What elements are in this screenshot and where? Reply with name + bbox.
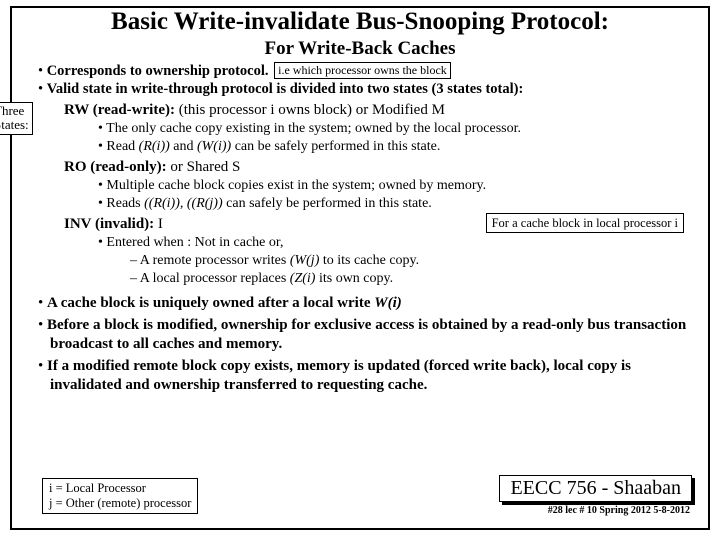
ij-l2: j = Other (remote) processor: [49, 496, 191, 511]
state-inv-sub1: Entered when : Not in cache or,: [98, 234, 698, 252]
state-rw: RW (read-write): (this processor i owns …: [64, 101, 698, 156]
slide-subtitle: For Write-Back Caches: [12, 38, 708, 60]
inv-note-box: For a cache block in local processor i: [486, 213, 684, 233]
state-ro-sub2: Reads ((R(i)), ((R(j)) can safely be per…: [98, 195, 698, 213]
ij-l1: i = Local Processor: [49, 481, 191, 496]
footer-course: EECC 756 - Shaaban: [499, 475, 692, 502]
state-ro: RO (read-only): or Shared S Multiple cac…: [64, 158, 698, 213]
slide-content: Three States: Corresponds to ownership p…: [12, 60, 708, 396]
bullet-valid: Valid state in write-through protocol is…: [38, 80, 698, 99]
state-ro-sub1: Multiple cache block copies exist in the…: [98, 177, 698, 195]
state-inv-dash1: A remote processor writes (W(j) to its c…: [130, 252, 698, 270]
state-inv: INV (invalid): I For a cache block in lo…: [64, 215, 698, 288]
state-rw-sub1: The only cache copy existing in the syst…: [98, 120, 698, 138]
footer-course-box: EECC 756 - Shaaban: [499, 475, 692, 502]
bullet-correspond: Corresponds to ownership protocol. i.e w…: [38, 62, 698, 81]
lower-bullets: A cache block is uniquely owned after a …: [38, 294, 698, 396]
three-states-l1: Three: [0, 104, 29, 119]
note-owner-box: i.e which processor owns the block: [274, 62, 451, 79]
state-ro-head: RO (read-only): or Shared S: [64, 158, 698, 177]
bullet-correspond-lead: Corresponds to ownership protocol.: [47, 63, 269, 79]
state-rw-head: RW (read-write): (this processor i owns …: [64, 101, 698, 120]
lower-b3: If a modified remote block copy exists, …: [38, 357, 698, 395]
lower-b1: A cache block is uniquely owned after a …: [38, 294, 698, 313]
slide-title: Basic Write-invalidate Bus-Snooping Prot…: [12, 8, 708, 36]
state-inv-dash2: A local processor replaces (Z(i) its own…: [130, 270, 698, 288]
footer-meta: #28 lec # 10 Spring 2012 5-8-2012: [548, 505, 690, 516]
lower-b2: Before a block is modified, ownership fo…: [38, 316, 698, 354]
three-states-box: Three States:: [0, 102, 33, 136]
state-rw-sub2: Read (R(i)) and (W(i)) can be safely per…: [98, 138, 698, 156]
three-states-l2: States:: [0, 118, 29, 133]
ij-legend-box: i = Local Processor j = Other (remote) p…: [42, 478, 198, 514]
